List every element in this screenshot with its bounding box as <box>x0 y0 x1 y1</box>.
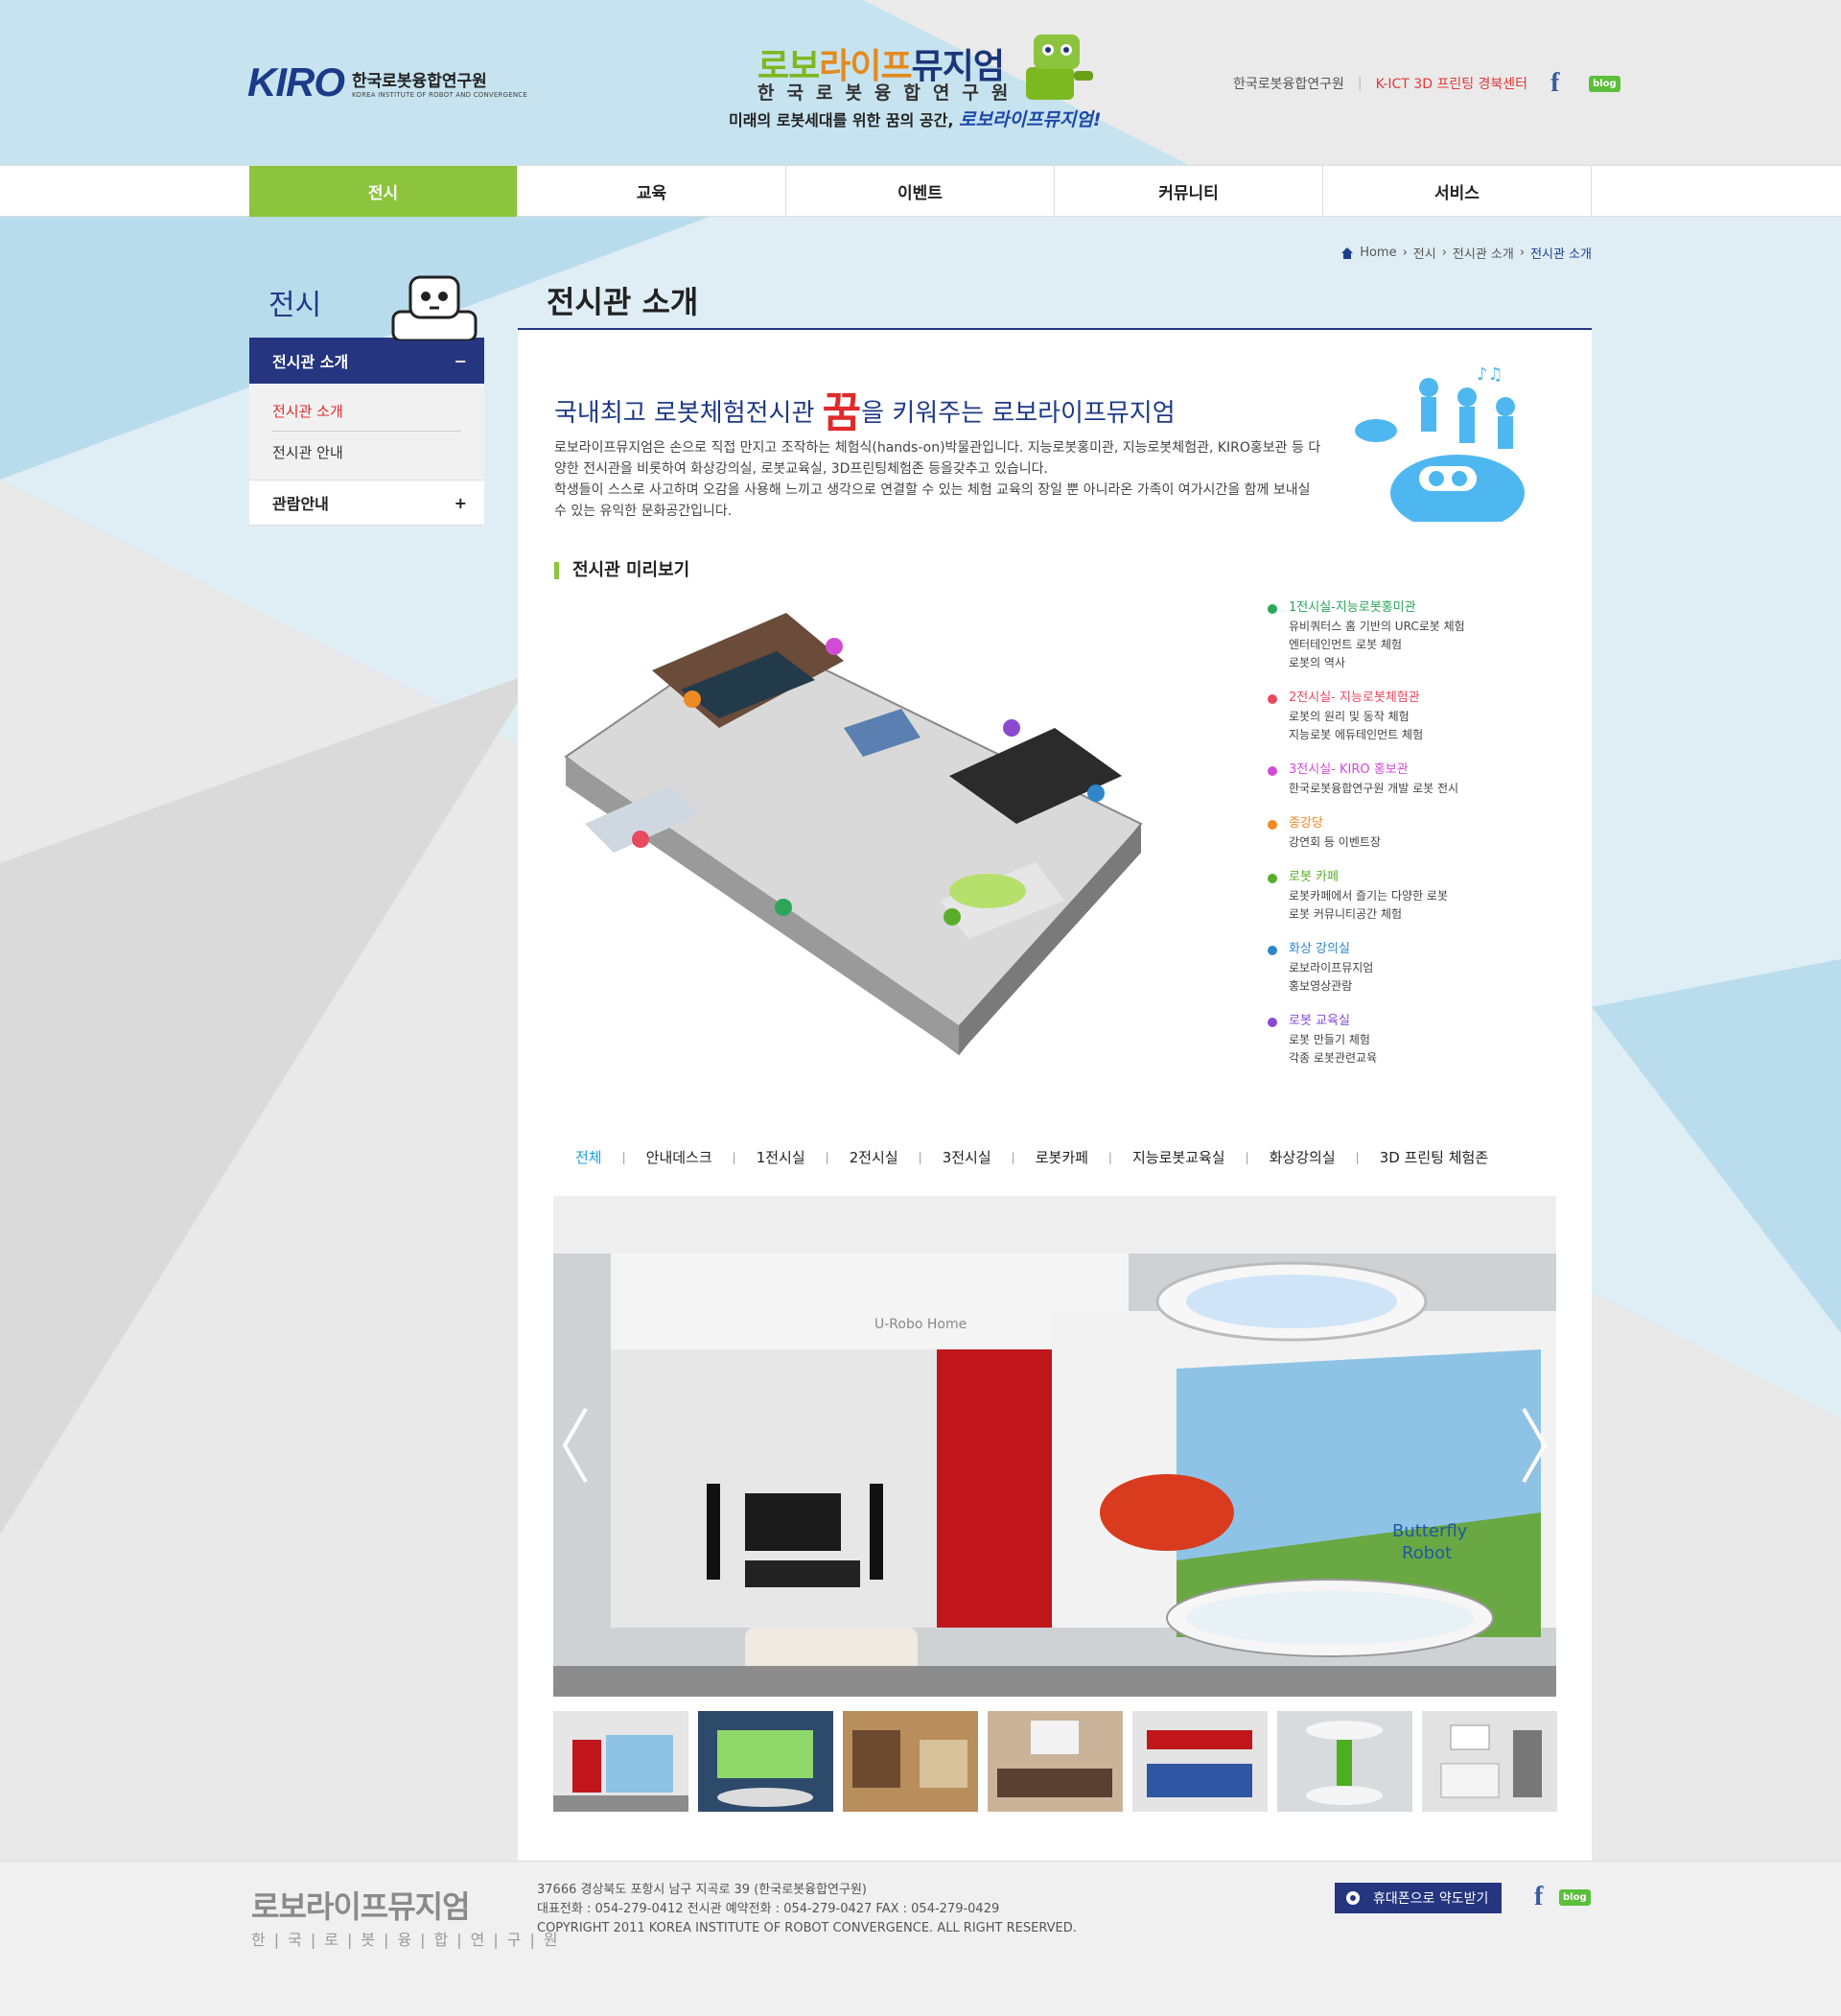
kiro-logo-mark: KIRO <box>247 59 345 105</box>
legend-dot <box>1268 820 1277 830</box>
tab-hall-2[interactable]: 2전시실 <box>829 1147 919 1167</box>
blog-icon[interactable]: blog <box>1589 75 1620 92</box>
exhibit-legend: 1전시실-지능로봇홍미관 유비쿼터스 홈 기반의 URC로봇 체험 엔터테인먼트… <box>1266 598 1573 1084</box>
legend-dot <box>1268 766 1277 776</box>
thumbnail[interactable] <box>1132 1711 1268 1812</box>
gallery-next-arrow-icon[interactable] <box>1520 1407 1549 1484</box>
footer-social: f blog <box>1525 1884 1591 1911</box>
legend-item[interactable]: 3전시실- KIRO 홍보관 한국로봇융합연구원 개발 로봇 전시 <box>1266 761 1573 798</box>
svg-text:♪♫: ♪♫ <box>1477 364 1503 385</box>
intro-heading: 국내최고 로봇체험전시관 꿈을 키워주는 로보라이프뮤지엄 <box>554 388 1176 437</box>
tab-robot-cafe[interactable]: 로봇카페 <box>1015 1147 1108 1167</box>
sidebar: 전시 전시관 소개 − 전시관 소개 전시관 안내 관람안내 + <box>249 273 484 526</box>
nav-item-exhibition[interactable]: 전시 <box>249 166 518 217</box>
breadcrumb: Home › 전시 › 전시관 소개 › 전시관 소개 <box>1340 244 1592 262</box>
legend-item[interactable]: 종강당 강연회 등 이벤트장 <box>1266 814 1573 852</box>
sidebar-title: 전시 <box>249 273 484 340</box>
kiro-logo-name-en: KOREA INSTITUTE OF ROBOT AND CONVERGENCE <box>352 90 527 99</box>
legend-dot <box>1268 946 1277 955</box>
location-pin-icon <box>1346 1891 1360 1905</box>
thumbnail[interactable] <box>843 1711 978 1812</box>
facebook-icon[interactable]: f <box>1534 1884 1550 1911</box>
gallery-main-photo: U-Robo Home Butterfly Robot <box>553 1196 1556 1697</box>
gallery-thumbnails <box>553 1711 1557 1812</box>
expand-icon[interactable]: + <box>454 494 467 512</box>
sidebar-item-visit-info[interactable]: 관람안내 + <box>249 480 484 526</box>
preview-section-title: 전시관 미리보기 <box>554 562 689 579</box>
sidebar-submenu: 전시관 소개 전시관 안내 <box>249 384 484 480</box>
tab-info-desk[interactable]: 안내데스크 <box>626 1147 733 1167</box>
page-title: 전시관 소개 <box>547 284 699 320</box>
thumbnail[interactable] <box>1277 1711 1412 1812</box>
tab-3d-printing[interactable]: 3D 프린팅 체험존 <box>1360 1147 1508 1167</box>
legend-dot <box>1268 694 1277 704</box>
photo-wall-text: Robot <box>1402 1543 1452 1563</box>
main-content: 국내최고 로봇체험전시관 꿈을 키워주는 로보라이프뮤지엄 로보라이프뮤지엄은 … <box>518 330 1592 1861</box>
nav-item-education[interactable]: 교육 <box>518 166 786 217</box>
breadcrumb-home[interactable]: Home <box>1360 246 1396 260</box>
sidebar-subitem-intro[interactable]: 전시관 소개 <box>272 391 461 432</box>
nav-item-service[interactable]: 서비스 <box>1323 166 1592 217</box>
legend-item[interactable]: 화상 강의실 로보라이프뮤지엄 홍보영상관람 <box>1266 940 1573 996</box>
sidebar-subitem-guide[interactable]: 전시관 안내 <box>272 432 461 472</box>
top-links: 한국로봇융합연구원 | K-ICT 3D 프린팅 경북센터 f blog <box>1233 70 1620 97</box>
legend-item[interactable]: 2전시실- 지능로봇체험관 로봇의 원리 및 동작 체험 지능로봇 에듀테인먼트… <box>1266 689 1573 744</box>
tab-video-lecture[interactable]: 화상강의실 <box>1249 1147 1356 1167</box>
museum-tagline: 미래의 로봇세대를 위한 꿈의 공간, 로보라이프뮤지엄! <box>729 109 1102 130</box>
link-separator: | <box>1357 76 1363 91</box>
collapse-icon[interactable]: − <box>454 352 467 370</box>
tab-hall-3[interactable]: 3전시실 <box>922 1147 1012 1167</box>
kiro-logo-name: 한국로봇융합연구원 <box>352 71 487 91</box>
breadcrumb-exhibition[interactable]: 전시 <box>1413 244 1436 262</box>
breadcrumb-separator: › <box>1402 246 1408 260</box>
thumbnail[interactable] <box>698 1711 833 1812</box>
museum-logo-subtitle: 한국로봇융합연구원 <box>757 82 1021 104</box>
legend-item[interactable]: 로봇 교육실 로봇 만들기 체험 각종 로봇관련교육 <box>1266 1012 1573 1067</box>
link-3d-printing-center[interactable]: K-ICT 3D 프린팅 경북센터 <box>1376 74 1527 93</box>
gallery-tabs: 전체 | 안내데스크 | 1전시실 | 2전시실 | 3전시실 | 로봇카페 | 지능로봇교… <box>575 1147 1508 1167</box>
tab-all[interactable]: 전체 <box>575 1147 622 1167</box>
legend-item[interactable]: 로봇 카페 로봇카페에서 즐기는 다양한 로봇 로봇 커뮤니티공간 체험 <box>1266 868 1573 924</box>
facebook-icon[interactable]: f <box>1550 70 1566 97</box>
nav-item-community[interactable]: 커뮤니티 <box>1055 166 1323 217</box>
legend-dot <box>1268 1018 1277 1027</box>
legend-item[interactable]: 1전시실-지능로봇홍미관 유비쿼터스 홈 기반의 URC로봇 체험 엔터테인먼트… <box>1266 598 1573 672</box>
footer-phones: 대표전화 : 054-279-0412 전시관 예약전화 : 054-279-0… <box>537 1902 1000 1916</box>
link-kiro[interactable]: 한국로봇융합연구원 <box>1233 74 1344 93</box>
floor-plan-3d-map[interactable] <box>556 603 1170 1064</box>
footer: 로보라이프뮤지엄 한|국|로|봇|융|합|연|구|원 37666 경상북도 포항… <box>0 1861 1841 2016</box>
sidebar-item-exhibit-intro[interactable]: 전시관 소개 − <box>249 338 484 384</box>
breadcrumb-separator: › <box>1519 246 1526 260</box>
breadcrumb-current: 전시관 소개 <box>1530 247 1592 262</box>
gallery-prev-arrow-icon[interactable] <box>561 1407 590 1484</box>
kiro-logo[interactable]: KIRO 한국로봇융합연구원 KOREA INSTITUTE OF ROBOT … <box>247 59 527 105</box>
thumbnail[interactable] <box>553 1711 688 1812</box>
kids-on-robot-illustration: ♪♫ <box>1355 364 1525 522</box>
footer-copyright: COPYRIGHT 2011 KOREA INSTITUTE OF ROBOT … <box>537 1921 1077 1935</box>
legend-dot <box>1268 604 1277 614</box>
exhibit-room-photo: U-Robo Home Butterfly Robot <box>553 1196 1556 1697</box>
photo-sign-text: U-Robo Home <box>874 1317 967 1332</box>
robot-mascot-icon <box>1026 35 1093 100</box>
museum-logo[interactable]: 로보라이프뮤지엄 한국로봇융합연구원 미래의 로봇세대를 위한 꿈의 공간, 로… <box>729 29 1131 134</box>
tab-education-room[interactable]: 지능로봇교육실 <box>1112 1147 1246 1167</box>
robot-character-icon <box>391 275 478 340</box>
thumbnail[interactable] <box>1422 1711 1557 1812</box>
footer-address: 37666 경상북도 포항시 남구 지곡로 39 (한국로봇융합연구원) <box>537 1883 867 1897</box>
breadcrumb-intro[interactable]: 전시관 소개 <box>1453 244 1514 262</box>
photo-wall-text: Butterfly <box>1392 1521 1468 1541</box>
intro-paragraph: 로보라이프뮤지엄은 손으로 직접 만지고 조작하는 체험식(hands-on)박… <box>554 440 1321 519</box>
nav-item-event[interactable]: 이벤트 <box>786 166 1055 217</box>
thumbnail[interactable] <box>988 1711 1123 1812</box>
breadcrumb-separator: › <box>1441 246 1447 260</box>
legend-dot <box>1268 874 1277 883</box>
map-to-phone-button[interactable]: 휴대폰으로 약도받기 <box>1335 1883 1502 1913</box>
main-nav: 전시 교육 이벤트 커뮤니티 서비스 <box>0 165 1841 217</box>
home-icon <box>1341 246 1354 259</box>
footer-info: 37666 경상북도 포항시 남구 지곡로 39 (한국로봇융합연구원) 대표전… <box>537 1881 1077 1938</box>
tab-hall-1[interactable]: 1전시실 <box>736 1147 826 1167</box>
footer-logo[interactable]: 로보라이프뮤지엄 한|국|로|봇|융|합|연|구|원 <box>251 1883 567 1950</box>
blog-icon[interactable]: blog <box>1559 1888 1591 1906</box>
